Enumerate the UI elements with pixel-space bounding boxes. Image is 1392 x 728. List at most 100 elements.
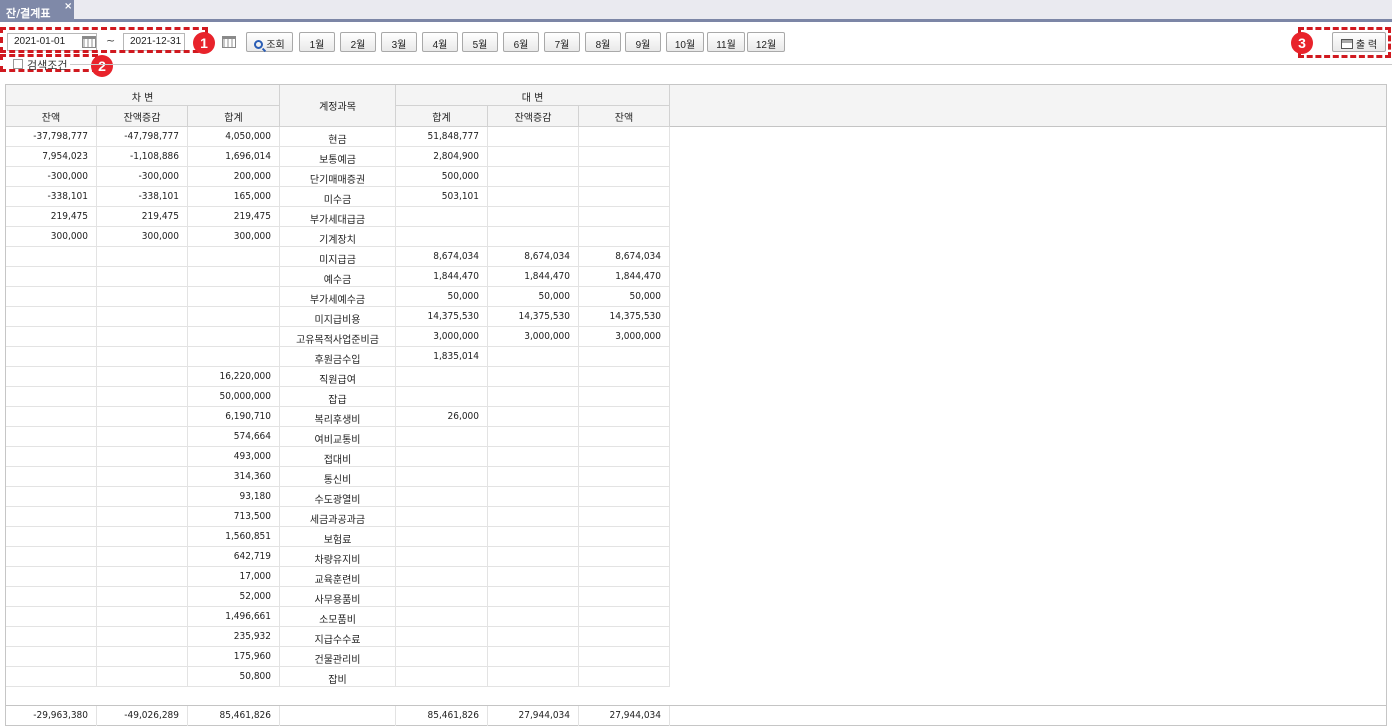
table-row[interactable]: 1,560,851 보험료 bbox=[6, 527, 670, 547]
table-row[interactable]: 1,496,661 소모품비 bbox=[6, 607, 670, 627]
table-row[interactable]: 50,000,000 잡급 bbox=[6, 387, 670, 407]
cell-debit-balance bbox=[6, 387, 97, 407]
month-button-9[interactable]: 9월 bbox=[625, 32, 661, 52]
cell-debit-change bbox=[97, 467, 188, 487]
month-button-12[interactable]: 12월 bbox=[747, 32, 785, 52]
table-row[interactable]: 후원금수입 1,835,014 bbox=[6, 347, 670, 367]
table-row[interactable]: 642,719 차량유지비 bbox=[6, 547, 670, 567]
cell-debit-change: -47,798,777 bbox=[97, 127, 188, 147]
table-row[interactable]: -338,101 -338,101 165,000 미수금 503,101 bbox=[6, 187, 670, 207]
cell-credit-change bbox=[488, 187, 579, 207]
cell-credit-sum: 51,848,777 bbox=[396, 127, 488, 147]
table-row[interactable]: 300,000 300,000 300,000 기계장치 bbox=[6, 227, 670, 247]
cell-debit-change bbox=[97, 487, 188, 507]
header-credit-change[interactable]: 잔액증감 bbox=[488, 106, 579, 127]
cell-credit-change bbox=[488, 507, 579, 527]
month-button-4[interactable]: 4월 bbox=[422, 32, 458, 52]
cell-account: 잡급 bbox=[280, 387, 396, 407]
cell-debit-sum: 642,719 bbox=[188, 547, 280, 567]
table-row[interactable]: -37,798,777 -47,798,777 4,050,000 현금 51,848,… bbox=[6, 127, 670, 147]
month-button-3[interactable]: 3월 bbox=[381, 32, 417, 52]
cell-debit-change bbox=[97, 407, 188, 427]
month-button-6[interactable]: 6월 bbox=[503, 32, 539, 52]
month-button-2[interactable]: 2월 bbox=[340, 32, 376, 52]
table-row[interactable]: 16,220,000 직원급여 bbox=[6, 367, 670, 387]
cell-account: 기계장치 bbox=[280, 227, 396, 247]
cell-credit-change bbox=[488, 207, 579, 227]
search-button[interactable]: 조회 bbox=[246, 32, 293, 52]
table-row[interactable]: 7,954,023 -1,108,886 1,696,014 보통예금 2,804,90… bbox=[6, 147, 670, 167]
table-row[interactable]: 93,180 수도광열비 bbox=[6, 487, 670, 507]
cell-credit-change: 14,375,530 bbox=[488, 307, 579, 327]
month-button-10[interactable]: 10월 bbox=[666, 32, 704, 52]
cell-account: 현금 bbox=[280, 127, 396, 147]
cell-credit-balance bbox=[579, 667, 670, 687]
cell-credit-change bbox=[488, 347, 579, 367]
table-row[interactable]: 235,932 지급수수료 bbox=[6, 627, 670, 647]
table-row[interactable]: -300,000 -300,000 200,000 단기매매증권 500,000 bbox=[6, 167, 670, 187]
tab-trial-balance[interactable]: 잔/결계표 × bbox=[0, 0, 74, 22]
table-row[interactable]: 493,000 접대비 bbox=[6, 447, 670, 467]
table-row[interactable]: 17,000 교육훈련비 bbox=[6, 567, 670, 587]
table-row[interactable]: 574,664 여비교통비 bbox=[6, 427, 670, 447]
header-debit-sum[interactable]: 합계 bbox=[188, 106, 280, 127]
table-row[interactable]: 314,360 통신비 bbox=[6, 467, 670, 487]
table-row[interactable]: 52,000 사무용품비 bbox=[6, 587, 670, 607]
grid-header: 차 변 잔액 잔액증감 합계 계정과목 대 변 합계 잔액증감 잔액 bbox=[6, 85, 1386, 127]
cell-account: 복리후생비 bbox=[280, 407, 396, 427]
table-row[interactable]: 고유목적사업준비금 3,000,000 3,000,000 3,000,000 bbox=[6, 327, 670, 347]
cell-credit-change bbox=[488, 227, 579, 247]
cell-credit-balance bbox=[579, 227, 670, 247]
cell-debit-balance: 300,000 bbox=[6, 227, 97, 247]
cell-credit-balance bbox=[579, 387, 670, 407]
cell-credit-sum bbox=[396, 227, 488, 247]
header-account[interactable]: 계정과목 bbox=[280, 85, 396, 127]
table-row[interactable]: 예수금 1,844,470 1,844,470 1,844,470 bbox=[6, 267, 670, 287]
cell-credit-sum: 3,000,000 bbox=[396, 327, 488, 347]
total-cell-credit-sum: 85,461,826 bbox=[396, 706, 488, 726]
cell-debit-change bbox=[97, 627, 188, 647]
close-icon[interactable]: × bbox=[64, 1, 72, 12]
header-debit-balance[interactable]: 잔액 bbox=[6, 106, 97, 127]
header-credit-sum[interactable]: 합계 bbox=[396, 106, 488, 127]
cell-credit-balance bbox=[579, 407, 670, 427]
table-row[interactable]: 713,500 세금과공과금 bbox=[6, 507, 670, 527]
cell-credit-balance: 8,674,034 bbox=[579, 247, 670, 267]
cell-debit-change bbox=[97, 587, 188, 607]
month-button-8[interactable]: 8월 bbox=[585, 32, 621, 52]
cell-debit-change bbox=[97, 527, 188, 547]
table-row[interactable]: 219,475 219,475 219,475 부가세대급금 bbox=[6, 207, 670, 227]
header-debit-change[interactable]: 잔액증감 bbox=[97, 106, 188, 127]
cell-credit-change bbox=[488, 367, 579, 387]
table-row[interactable]: 부가세예수금 50,000 50,000 50,000 bbox=[6, 287, 670, 307]
month-button-7[interactable]: 7월 bbox=[544, 32, 580, 52]
month-button-11[interactable]: 11월 bbox=[707, 32, 745, 52]
search-conditions-checkbox[interactable] bbox=[13, 59, 23, 69]
table-row[interactable]: 미지급비용 14,375,530 14,375,530 14,375,530 bbox=[6, 307, 670, 327]
cell-debit-change: -338,101 bbox=[97, 187, 188, 207]
cell-credit-sum bbox=[396, 447, 488, 467]
total-cell-debit-balance: -29,963,380 bbox=[6, 706, 97, 726]
cell-credit-sum: 1,844,470 bbox=[396, 267, 488, 287]
cell-account: 여비교통비 bbox=[280, 427, 396, 447]
cell-debit-change bbox=[97, 607, 188, 627]
cell-debit-balance bbox=[6, 267, 97, 287]
cell-credit-sum bbox=[396, 587, 488, 607]
cell-debit-change bbox=[97, 327, 188, 347]
cell-debit-change bbox=[97, 667, 188, 687]
cell-account: 고유목적사업준비금 bbox=[280, 327, 396, 347]
month-button-5[interactable]: 5월 bbox=[462, 32, 498, 52]
cell-debit-sum: 50,800 bbox=[188, 667, 280, 687]
calendar-icon[interactable] bbox=[222, 36, 236, 48]
cell-credit-balance bbox=[579, 147, 670, 167]
table-row[interactable]: 미지급금 8,674,034 8,674,034 8,674,034 bbox=[6, 247, 670, 267]
table-row[interactable]: 6,190,710 복리후생비 26,000 bbox=[6, 407, 670, 427]
header-credit-balance[interactable]: 잔액 bbox=[579, 106, 670, 127]
search-button-label: 조회 bbox=[266, 40, 285, 51]
table-row[interactable]: 50,800 잡비 bbox=[6, 667, 670, 687]
search-conditions-label: 검색조건 bbox=[27, 59, 68, 72]
table-row[interactable]: 175,960 건물관리비 bbox=[6, 647, 670, 667]
month-button-1[interactable]: 1월 bbox=[299, 32, 335, 52]
cell-credit-change: 3,000,000 bbox=[488, 327, 579, 347]
cell-debit-sum: 1,560,851 bbox=[188, 527, 280, 547]
